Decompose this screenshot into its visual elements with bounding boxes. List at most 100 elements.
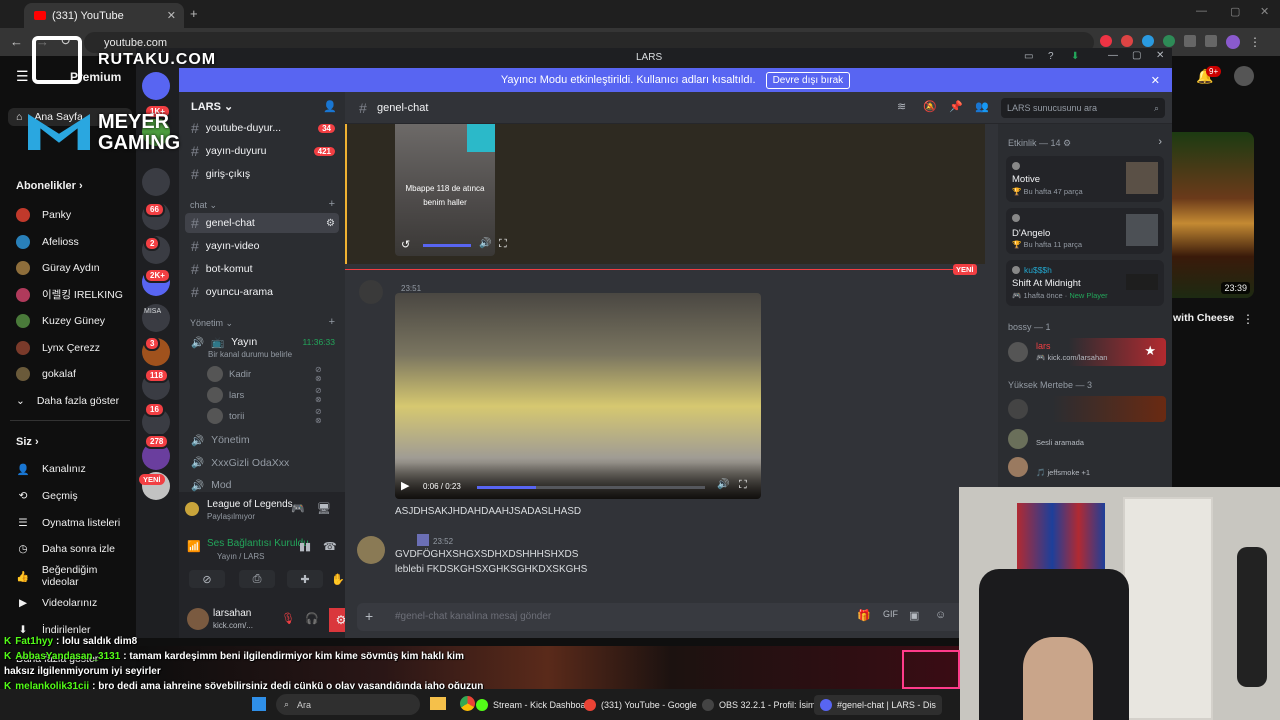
extension-icon[interactable]: [1121, 35, 1133, 47]
member-row[interactable]: [1004, 396, 1166, 422]
disconnect-icon[interactable]: ☎: [323, 540, 337, 553]
video-attachment[interactable]: ▶ 0:06 / 0:23 🔊 ⛶: [395, 293, 761, 499]
video-menu-icon[interactable]: ⋮: [1242, 312, 1254, 326]
back-icon[interactable]: ←: [10, 34, 23, 49]
activity-card[interactable]: D'Angelo 🏆 Bu hafta 11 parça: [1006, 208, 1164, 254]
yt-subscription-item[interactable]: 이렐킹 IRELKING: [16, 286, 123, 304]
voice-connection-row[interactable]: 📶 Ses Bağlantısı Kuruldu Yayın / LARS ▮▮…: [179, 530, 345, 566]
volume-icon[interactable]: 🔊: [717, 479, 729, 490]
channel-item[interactable]: # giriş-çıkış: [185, 164, 339, 184]
yt-you-item[interactable]: 👤 Kanalınız: [16, 460, 85, 478]
voice-channel-item[interactable]: 🔊 XxxGizli OdaXxx: [185, 453, 339, 473]
add-channel-icon[interactable]: +: [329, 316, 335, 328]
taskbar-app[interactable]: (331) YouTube - Google: [578, 695, 703, 715]
channel-item[interactable]: # yayın-video: [185, 236, 339, 256]
hamburger-menu-icon[interactable]: ☰: [16, 68, 29, 85]
yt-subscription-item[interactable]: Kuzey Güney: [16, 312, 105, 330]
youtube-avatar[interactable]: [1234, 66, 1254, 86]
fullscreen-icon[interactable]: ⛶: [739, 479, 747, 492]
activity-card[interactable]: ku$$$h Shift At Midnight 🎮 1hafta önce ·…: [1006, 260, 1164, 306]
windows-start-icon[interactable]: [252, 697, 266, 711]
yt-you-item[interactable]: 👍 Beğendiğim videolar: [16, 564, 136, 588]
member-list-icon[interactable]: 👥: [975, 100, 989, 113]
voice-user[interactable]: lars ⊘ ⊗: [207, 386, 322, 404]
message-composer[interactable]: + #genel-chat kanalına mesaj gönder 🎁 GI…: [357, 603, 987, 631]
minimize-icon[interactable]: —: [1108, 50, 1118, 61]
emoji-icon[interactable]: ☺: [935, 609, 946, 621]
video-thumbnail[interactable]: 23:39: [1172, 132, 1254, 298]
gif-icon[interactable]: GIF: [883, 609, 898, 619]
message-avatar[interactable]: [359, 280, 383, 304]
voice-channel-yayin[interactable]: 🔊 📺 Yayın 11:36:33: [185, 332, 339, 352]
camera-off-button[interactable]: ⊘: [189, 570, 225, 588]
yt-you-item[interactable]: ◷ Daha sonra izle: [16, 540, 115, 558]
gamepad-icon[interactable]: 🎮: [291, 502, 305, 515]
activity-card[interactable]: Motive 🏆 Bu hafta 47 parça: [1006, 156, 1164, 202]
activities-button[interactable]: ✚: [287, 570, 323, 588]
close-tab-icon[interactable]: ✕: [167, 9, 176, 22]
server-icon[interactable]: [142, 168, 170, 196]
yt-you-header[interactable]: Siz ›: [16, 436, 39, 448]
server-search-input[interactable]: LARS sunucusunu ara ⌕: [1001, 98, 1165, 118]
close-icon[interactable]: ✕: [1156, 50, 1164, 61]
member-row[interactable]: lars 🎮 kick.com/larsahan ★: [1004, 338, 1166, 366]
pin-icon[interactable]: 📌: [949, 100, 963, 113]
chevron-right-icon[interactable]: ›: [1158, 136, 1162, 148]
yt-subscription-item[interactable]: gokalaf: [16, 365, 76, 383]
voice-channel-item[interactable]: 🔊 Yönetim: [185, 430, 339, 450]
channel-item[interactable]: # bot-komut: [185, 259, 339, 279]
add-member-icon[interactable]: 👤: [323, 100, 337, 113]
yt-subscription-item[interactable]: Afelioss: [16, 233, 79, 251]
file-explorer-icon[interactable]: [430, 697, 446, 710]
maximize-icon[interactable]: ▢: [1132, 50, 1141, 61]
waveform-icon[interactable]: ▮▮: [299, 540, 311, 553]
voice-user[interactable]: torii ⊘ ⊗: [207, 407, 322, 425]
yt-you-item[interactable]: ⟲ Geçmiş: [16, 487, 78, 505]
yt-subscription-item[interactable]: Lynx Çerezz: [16, 339, 100, 357]
notification-bell-icon[interactable]: 🔕: [923, 100, 937, 113]
menu-dots-icon[interactable]: ⋮: [1249, 35, 1261, 49]
yt-you-item[interactable]: ☰ Oynatma listeleri: [16, 514, 120, 532]
extensions-puzzle-icon[interactable]: [1184, 35, 1196, 47]
yt-subscription-item[interactable]: Panky: [16, 206, 71, 224]
yt-show-more[interactable]: ⌄ Daha fazla göster: [16, 392, 119, 410]
account-row[interactable]: larsahan kick.com/... 🎙 🎧 ⚙: [179, 602, 353, 638]
disable-streamer-mode-button[interactable]: Devre dışı bırak: [765, 71, 851, 89]
help-icon[interactable]: ?: [1048, 51, 1054, 62]
threads-icon[interactable]: ≋: [897, 100, 906, 113]
play-icon[interactable]: ▶: [401, 479, 409, 492]
voice-user[interactable]: Kadir ⊘ ⊗: [207, 365, 322, 383]
deafen-icon[interactable]: 🎧: [305, 612, 319, 625]
extension-icon[interactable]: [1100, 35, 1112, 47]
mute-icon[interactable]: 🎙: [281, 612, 295, 625]
yt-subscription-item[interactable]: Güray Aydın: [16, 259, 100, 277]
extension-icon[interactable]: [1163, 35, 1175, 47]
replay-icon[interactable]: ↺: [401, 238, 410, 251]
home-server[interactable]: [142, 72, 170, 100]
video-progress-bar[interactable]: [423, 244, 471, 247]
share-screen-icon[interactable]: 🖥: [317, 502, 331, 515]
add-channel-icon[interactable]: +: [329, 198, 335, 210]
screen-share-button[interactable]: ⎙: [239, 570, 275, 588]
playlist-icon[interactable]: [1205, 35, 1217, 47]
category-chat[interactable]: chat ⌄: [190, 200, 217, 211]
gift-icon[interactable]: 🎁: [857, 609, 871, 622]
taskbar-app[interactable]: Stream - Kick Dashboar: [470, 695, 595, 715]
video-embed[interactable]: Mbappe 118 de atınca benim haller ↺ 🔊: [395, 124, 495, 256]
sticker-icon[interactable]: ▣: [909, 609, 919, 622]
member-row[interactable]: 🎵 jeffsmoke +1: [1004, 454, 1166, 480]
soundboard-button[interactable]: ✋: [331, 570, 345, 588]
channel-item[interactable]: # genel-chat ⚙: [185, 213, 339, 233]
video-title[interactable]: with Cheese: [1173, 312, 1234, 324]
taskbar-search[interactable]: ⌕ Ara: [276, 694, 420, 715]
close-window-icon[interactable]: ✕: [1260, 5, 1269, 18]
voice-status[interactable]: Bir kanal durumu belirle: [208, 350, 292, 359]
category-voice[interactable]: Yönetim ⌄: [190, 318, 233, 329]
add-attachment-icon[interactable]: +: [365, 608, 373, 624]
extension-icon[interactable]: [1142, 35, 1154, 47]
profile-avatar[interactable]: [1226, 35, 1240, 49]
channel-settings-icon[interactable]: ⚙: [326, 218, 335, 229]
new-tab-icon[interactable]: +: [190, 6, 198, 21]
video-progress-track[interactable]: [477, 486, 705, 489]
maximize-icon[interactable]: ▢: [1230, 5, 1240, 18]
